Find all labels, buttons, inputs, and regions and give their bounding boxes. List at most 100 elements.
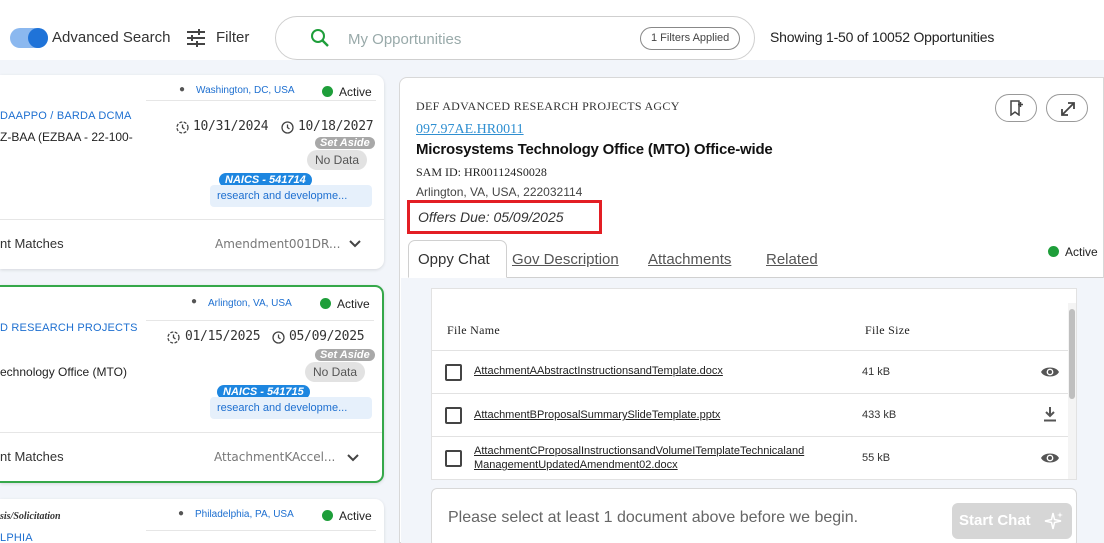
posted-date: 10/31/2024 (193, 119, 269, 134)
toggle-knob (28, 28, 48, 48)
card-subtitle: LPHIA (0, 532, 33, 543)
divider (146, 100, 376, 101)
detail-status-badge: Active (1048, 245, 1098, 259)
file-name-link[interactable]: AttachmentAAbstractInstructionsandTempla… (474, 364, 723, 378)
offers-due-highlight: Offers Due: 05/09/2025 (407, 200, 602, 234)
scrollbar-thumb[interactable] (1069, 309, 1075, 399)
chevron-down-icon[interactable] (349, 240, 361, 248)
card-location: Philadelphia, PA, USA (195, 509, 294, 520)
advanced-search-label: Advanced Search (52, 29, 171, 46)
card-subtitle: echnology Office (MTO) (0, 365, 127, 379)
file-row: AttachmentAAbstractInstructionsandTempla… (432, 350, 1068, 393)
set-aside-label: Set Aside (315, 349, 375, 361)
clock-icon (281, 121, 294, 134)
bookmark-add-icon (1010, 100, 1023, 116)
expand-icon (1061, 102, 1075, 116)
card-agency[interactable]: DAAPPO / BARDA DCMA (0, 110, 132, 122)
offers-due: Offers Due: 05/09/2025 (418, 209, 564, 225)
file-row: AttachmentBProposalSummarySlideTemplate.… (432, 393, 1068, 436)
tab-related[interactable]: Related (766, 251, 818, 268)
card-subtitle: Z-BAA (EZBAA - 22-100- (0, 130, 133, 144)
bookmark-button[interactable] (995, 94, 1037, 122)
file-size-header: File Size (865, 323, 911, 337)
divider (0, 432, 382, 433)
filter-button[interactable]: Filter (216, 29, 249, 46)
detail-address: Arlington, VA, USA, 222032114 (416, 185, 583, 199)
file-name-link[interactable]: AttachmentCProposalInstructionsandVolume… (474, 444, 804, 472)
tab-oppy-chat[interactable]: Oppy Chat (408, 240, 507, 278)
file-size: 41 kB (862, 366, 891, 378)
naics-description: research and developme... (210, 185, 372, 207)
opportunity-card[interactable]: ● Philadelphia, PA, USA Active sis/Solic… (0, 499, 384, 543)
eye-icon[interactable] (1040, 450, 1060, 466)
opportunity-detail: DEF ADVANCED RESEARCH PROJECTS AGCY 097.… (399, 77, 1104, 543)
search-icon[interactable] (310, 28, 330, 48)
oppy-chat-panel: File Name File Size AttachmentAAbstractI… (401, 278, 1104, 543)
opportunity-card-selected[interactable]: ● Arlington, VA, USA Active D RESEARCH P… (0, 285, 384, 483)
file-checkbox[interactable] (445, 450, 462, 467)
clock-icon (272, 331, 285, 344)
matches-label: nt Matches (0, 449, 64, 464)
chat-input[interactable] (448, 509, 928, 527)
due-date: 05/09/2025 (289, 329, 365, 344)
clock-icon (167, 331, 180, 344)
location-pin-icon: ● (179, 84, 186, 95)
results-list: ● Washington, DC, USA Active DAAPPO / BA… (0, 60, 394, 543)
posted-date: 01/15/2025 (185, 329, 261, 344)
tab-gov-description[interactable]: Gov Description (512, 251, 619, 268)
download-icon[interactable] (1040, 406, 1060, 422)
location-pin-icon: ● (191, 296, 198, 307)
set-aside-label: Set Aside (315, 137, 375, 149)
file-checkbox[interactable] (445, 364, 462, 381)
status-badge: Active (322, 509, 372, 523)
active-dot-icon (322, 510, 333, 521)
divider (0, 219, 384, 220)
card-type: sis/Solicitation (0, 511, 61, 522)
results-count: Showing 1-50 of 10052 Opportunities (770, 29, 995, 45)
chat-input-box: Start Chat (431, 488, 1077, 543)
clock-icon (176, 121, 189, 134)
sparkle-icon (1044, 512, 1063, 530)
tab-attachments[interactable]: Attachments (648, 251, 731, 268)
detail-agency: DEF ADVANCED RESEARCH PROJECTS AGCY (416, 99, 680, 113)
status-badge: Active (320, 297, 370, 311)
divider (146, 530, 376, 531)
due-date: 10/18/2027 (298, 119, 374, 134)
search-input[interactable] (348, 29, 618, 49)
file-size: 433 kB (862, 409, 897, 421)
expand-button[interactable] (1046, 94, 1088, 122)
matched-document: Amendment001DR... (215, 237, 341, 251)
opportunity-card[interactable]: ● Washington, DC, USA Active DAAPPO / BA… (0, 75, 384, 269)
detail-tabs: Oppy Chat Gov Description Attachments Re… (408, 240, 1103, 278)
active-dot-icon (1048, 246, 1059, 257)
set-aside-value: No Data (305, 362, 366, 382)
file-list-scrollbar[interactable] (1068, 303, 1076, 479)
card-location: Arlington, VA, USA (208, 298, 292, 309)
advanced-search-toggle[interactable] (10, 28, 48, 48)
matches-label: nt Matches (0, 236, 64, 251)
file-selection-table: File Name File Size AttachmentAAbstractI… (431, 288, 1077, 480)
file-checkbox[interactable] (445, 407, 462, 424)
location-pin-icon: ● (178, 508, 185, 519)
status-badge: Active (322, 85, 372, 99)
file-name-link[interactable]: AttachmentBProposalSummarySlideTemplate.… (474, 408, 720, 422)
filter-icon[interactable] (186, 28, 206, 48)
filters-applied-chip[interactable]: 1 Filters Applied (640, 27, 741, 50)
active-dot-icon (320, 298, 331, 309)
active-dot-icon (322, 86, 333, 97)
set-aside-value: No Data (307, 150, 368, 170)
eye-icon[interactable] (1040, 364, 1060, 380)
start-chat-button[interactable]: Start Chat (952, 503, 1072, 539)
card-location: Washington, DC, USA (196, 85, 295, 96)
detail-title: Microsystems Technology Office (MTO) Off… (416, 141, 773, 158)
card-agency[interactable]: D RESEARCH PROJECTS (0, 322, 138, 334)
matched-document: AttachmentKAccel... (214, 450, 336, 464)
solicitation-number-link[interactable]: 097.97AE.HR0011 (416, 122, 524, 138)
search-box: 1 Filters Applied (275, 16, 755, 60)
divider (146, 320, 374, 321)
sam-id: SAM ID: HR001124S0028 (416, 165, 547, 179)
file-row: AttachmentCProposalInstructionsandVolume… (432, 436, 1068, 479)
file-name-header: File Name (447, 323, 501, 337)
chevron-down-icon[interactable] (347, 454, 359, 462)
file-size: 55 kB (862, 452, 891, 464)
